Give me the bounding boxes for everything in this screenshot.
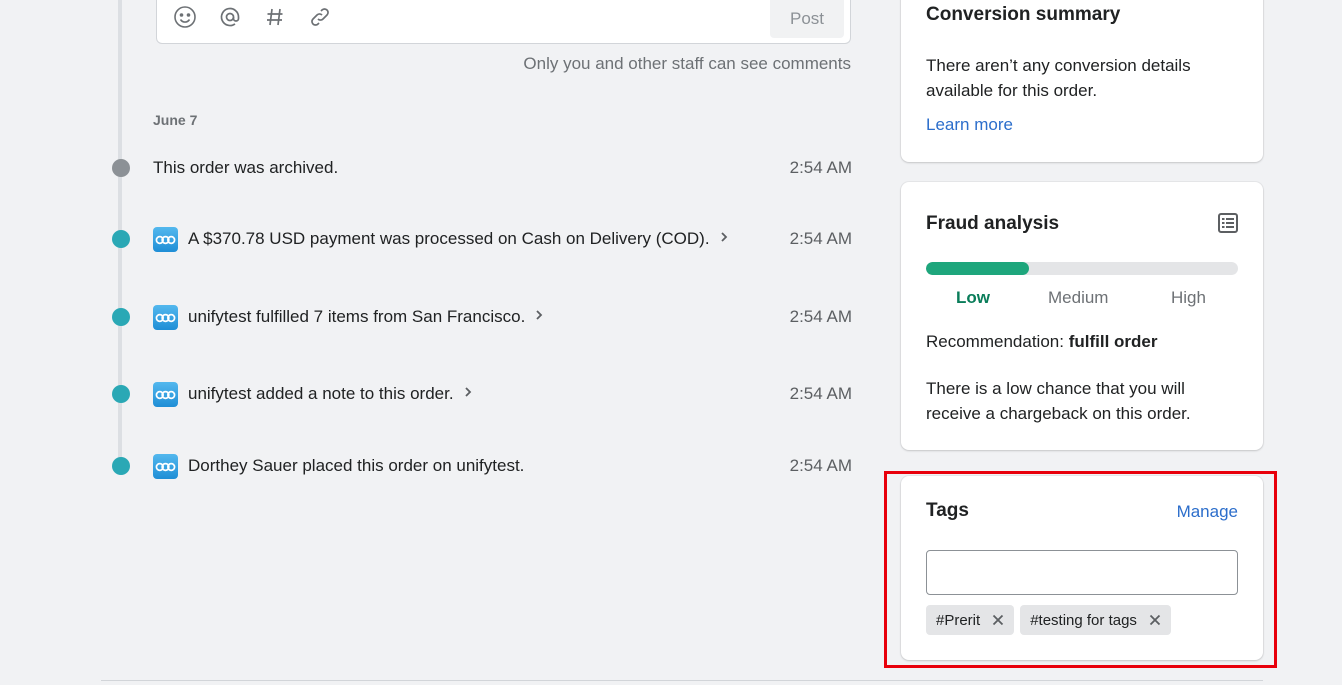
event-text: unifytest added a note to this order. bbox=[188, 384, 474, 404]
close-icon[interactable] bbox=[990, 612, 1006, 628]
app-logo-icon bbox=[153, 382, 178, 407]
conversion-summary-title: Conversion summary bbox=[926, 4, 1121, 25]
comment-composer[interactable]: Post bbox=[156, 0, 851, 44]
timeline-event[interactable]: unifytest added a note to this order. 2:… bbox=[110, 379, 852, 409]
chevron-right-icon[interactable] bbox=[533, 307, 545, 327]
timeline-event[interactable]: A $370.78 USD payment was processed on C… bbox=[110, 224, 852, 254]
fraud-recommendation: Recommendation: fulfill order bbox=[926, 332, 1157, 352]
app-logo-icon bbox=[153, 227, 178, 252]
event-text: unifytest fulfilled 7 items from San Fra… bbox=[188, 307, 545, 327]
tag-label: #testing for tags bbox=[1030, 611, 1137, 629]
event-text: This order was archived. bbox=[153, 158, 339, 177]
list-details-icon[interactable] bbox=[1217, 212, 1239, 234]
timeline-dot bbox=[112, 159, 130, 177]
fraud-description: There is a low chance that you will rece… bbox=[926, 379, 1191, 423]
event-text-content: unifytest fulfilled 7 items from San Fra… bbox=[188, 307, 526, 326]
app-logo-icon bbox=[153, 454, 178, 479]
tag-list: #Prerit #testing for tags bbox=[926, 605, 1171, 635]
timeline-dot bbox=[112, 308, 130, 326]
risk-level-bar bbox=[926, 262, 1238, 275]
tag-label: #Prerit bbox=[936, 611, 981, 629]
timeline-event: This order was archived. 2:54 AM bbox=[110, 153, 852, 183]
staff-visibility-note: Only you and other staff can see comment… bbox=[523, 54, 851, 73]
event-time: 2:54 AM bbox=[789, 307, 852, 326]
risk-label-high: High bbox=[1171, 288, 1206, 307]
tags-input[interactable] bbox=[926, 550, 1238, 595]
timeline-event: Dorthey Sauer placed this order on unify… bbox=[110, 451, 852, 481]
chevron-right-icon[interactable] bbox=[462, 384, 474, 404]
event-text-content: unifytest added a note to this order. bbox=[188, 384, 454, 403]
conversion-summary-body: There aren’t any conversion details avai… bbox=[926, 56, 1191, 100]
event-time: 2:54 AM bbox=[789, 384, 852, 403]
risk-level-fill bbox=[926, 262, 1029, 275]
risk-label-medium: Medium bbox=[1048, 288, 1109, 307]
conversion-summary-card: Conversion summary There aren’t any conv… bbox=[901, 0, 1263, 162]
comment-toolbar bbox=[173, 4, 353, 30]
order-page: Post Only you and other staff can see co… bbox=[0, 0, 1342, 685]
manage-tags-link[interactable]: Manage bbox=[1177, 502, 1238, 522]
risk-level-labels: Low Medium High bbox=[926, 288, 1238, 312]
app-logo-icon bbox=[153, 305, 178, 330]
risk-label-low: Low bbox=[956, 288, 990, 307]
close-icon[interactable] bbox=[1147, 612, 1163, 628]
timeline-dot bbox=[112, 457, 130, 475]
post-button[interactable]: Post bbox=[770, 0, 844, 38]
timeline-dot bbox=[112, 230, 130, 248]
event-time: 2:54 AM bbox=[789, 158, 852, 177]
tag-chip: #Prerit bbox=[926, 605, 1015, 635]
section-divider bbox=[101, 680, 1263, 681]
fraud-analysis-card: Fraud analysis Low Medium High Recommend… bbox=[901, 182, 1263, 450]
emoji-icon[interactable] bbox=[173, 4, 218, 30]
tag-chip: #testing for tags bbox=[1020, 605, 1171, 635]
event-time: 2:54 AM bbox=[789, 229, 852, 248]
timeline-event[interactable]: unifytest fulfilled 7 items from San Fra… bbox=[110, 302, 852, 332]
event-text-content: A $370.78 USD payment was processed on C… bbox=[188, 229, 710, 248]
event-time: 2:54 AM bbox=[789, 456, 852, 475]
timeline-dot bbox=[112, 385, 130, 403]
attachment-icon[interactable] bbox=[308, 4, 353, 30]
mention-icon[interactable] bbox=[218, 4, 263, 30]
tags-title: Tags bbox=[926, 500, 969, 521]
event-text: A $370.78 USD payment was processed on C… bbox=[188, 229, 730, 249]
learn-more-link[interactable]: Learn more bbox=[926, 115, 1013, 135]
recommendation-value: fulfill order bbox=[1068, 332, 1158, 351]
chevron-right-icon[interactable] bbox=[718, 229, 730, 249]
timeline-date-heading: June 7 bbox=[153, 112, 198, 128]
hashtag-icon[interactable] bbox=[263, 4, 308, 30]
fraud-analysis-title: Fraud analysis bbox=[926, 213, 1060, 234]
event-text: Dorthey Sauer placed this order on unify… bbox=[188, 456, 525, 475]
recommendation-label: Recommendation: bbox=[926, 332, 1064, 351]
tags-card: Tags Manage #Prerit #testing for tags bbox=[901, 476, 1263, 660]
